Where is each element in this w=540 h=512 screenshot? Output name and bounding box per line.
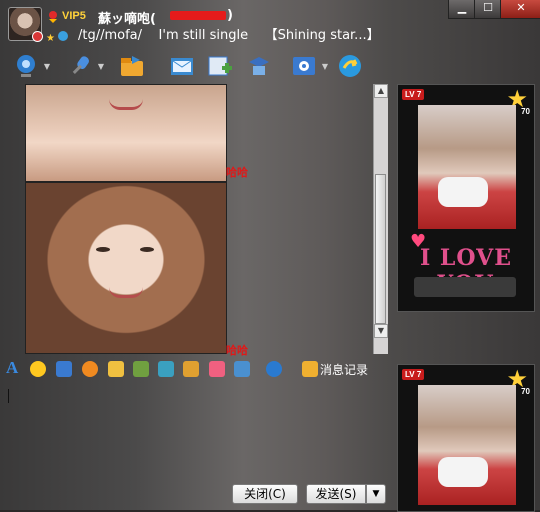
scroll-thumb[interactable] bbox=[375, 174, 386, 324]
video-call-button[interactable]: ▼ bbox=[12, 52, 50, 80]
gift-icon[interactable] bbox=[209, 361, 225, 377]
status-dot bbox=[32, 31, 43, 42]
message-scrollbar[interactable]: ▲ ▼ bbox=[373, 84, 388, 354]
app-icon bbox=[290, 57, 318, 84]
s-icon[interactable] bbox=[266, 361, 282, 377]
app-menu-button[interactable]: ▼ bbox=[290, 52, 328, 80]
redaction-mark bbox=[170, 11, 226, 20]
microphone-icon bbox=[66, 56, 94, 84]
face-detail bbox=[96, 247, 110, 252]
vip-label: VIP5 bbox=[62, 10, 86, 22]
remote-assist-button[interactable] bbox=[245, 52, 273, 80]
mail-icon bbox=[168, 58, 196, 84]
show-detail bbox=[438, 457, 488, 487]
signature-text: /tg//mofa/ I'm still single 【Shining sta… bbox=[78, 28, 380, 43]
create-group-button[interactable] bbox=[206, 52, 234, 80]
sticker-text: 哈哈 bbox=[226, 166, 248, 179]
screen-icon[interactable] bbox=[234, 361, 250, 377]
star-count: 70 bbox=[521, 387, 530, 396]
show-image bbox=[418, 105, 516, 229]
main-toolbar: ▼ ▼ ▼ bbox=[0, 50, 380, 84]
card-bar bbox=[414, 277, 516, 297]
qq-show-card[interactable]: LV 7 ★ 70 bbox=[397, 364, 535, 512]
status-icons: ★ bbox=[46, 26, 70, 45]
hand-icon[interactable] bbox=[108, 361, 124, 377]
send-file-button[interactable] bbox=[118, 52, 146, 80]
close-button[interactable]: 关闭(C) bbox=[232, 484, 298, 504]
qq-show-icon bbox=[58, 31, 68, 41]
maximize-button[interactable]: ☐ bbox=[474, 0, 502, 19]
screenshot-icon[interactable] bbox=[133, 361, 149, 377]
qq-show-card[interactable]: LV 7 ★ 70 ♥ I LOVE YOU bbox=[397, 84, 535, 312]
chat-image[interactable] bbox=[25, 182, 227, 354]
chevron-down-icon[interactable]: ▼ bbox=[98, 62, 104, 71]
scroll-up-button[interactable]: ▲ bbox=[374, 84, 388, 98]
chat-image[interactable] bbox=[25, 84, 227, 182]
webcam-icon bbox=[12, 55, 40, 84]
share-icon bbox=[336, 55, 364, 84]
star-count: 70 bbox=[521, 107, 530, 116]
sticker-text: 哈哈 bbox=[226, 344, 248, 356]
show-detail bbox=[438, 177, 488, 207]
message-input[interactable] bbox=[0, 380, 392, 480]
share-button[interactable] bbox=[336, 52, 364, 80]
chat-window: VIP5 蘇ッ嘀咆( ) ★ /tg//mofa/ I'm still sing… bbox=[0, 0, 540, 512]
header: VIP5 蘇ッ嘀咆( ) ★ /tg//mofa/ I'm still sing… bbox=[0, 0, 540, 48]
nickname-tail: ) bbox=[227, 8, 233, 23]
voice-call-button[interactable]: ▼ bbox=[66, 52, 104, 80]
avatar[interactable] bbox=[8, 7, 43, 42]
music-icon[interactable] bbox=[183, 361, 199, 377]
text-caret bbox=[8, 389, 9, 403]
magic-face-icon[interactable] bbox=[56, 361, 72, 377]
face-detail bbox=[109, 287, 143, 298]
star-icon: ★ bbox=[46, 33, 55, 44]
chevron-down-icon[interactable]: ▼ bbox=[322, 62, 328, 71]
message-area[interactable]: 哈哈 哈哈 bbox=[0, 84, 376, 356]
face-detail bbox=[109, 99, 143, 110]
close-window-button[interactable]: ✕ bbox=[500, 0, 540, 19]
send-options-button[interactable]: ▼ bbox=[366, 484, 386, 504]
image-icon[interactable] bbox=[158, 361, 174, 377]
folder-icon bbox=[118, 56, 146, 84]
add-group-icon bbox=[206, 56, 234, 84]
minimize-button[interactable]: ▁ bbox=[448, 0, 476, 19]
history-icon[interactable] bbox=[302, 361, 318, 377]
show-image bbox=[418, 385, 516, 505]
level-badge: LV 7 bbox=[402, 89, 425, 100]
vip-icon bbox=[46, 9, 60, 23]
send-sms-button[interactable] bbox=[168, 52, 196, 80]
smiley-icon[interactable] bbox=[30, 361, 46, 377]
face-detail bbox=[140, 247, 154, 252]
scroll-down-button[interactable]: ▼ bbox=[374, 324, 388, 338]
send-button[interactable]: 发送(S) bbox=[306, 484, 366, 504]
font-button[interactable]: A bbox=[6, 358, 18, 378]
shake-icon[interactable] bbox=[82, 361, 98, 377]
message-history-button[interactable]: 消息记录 bbox=[320, 361, 368, 378]
format-toolbar: A 消息记录 bbox=[0, 358, 390, 380]
level-badge: LV 7 bbox=[402, 369, 425, 380]
chevron-down-icon[interactable]: ▼ bbox=[44, 62, 50, 71]
desktop-icon bbox=[245, 57, 273, 84]
